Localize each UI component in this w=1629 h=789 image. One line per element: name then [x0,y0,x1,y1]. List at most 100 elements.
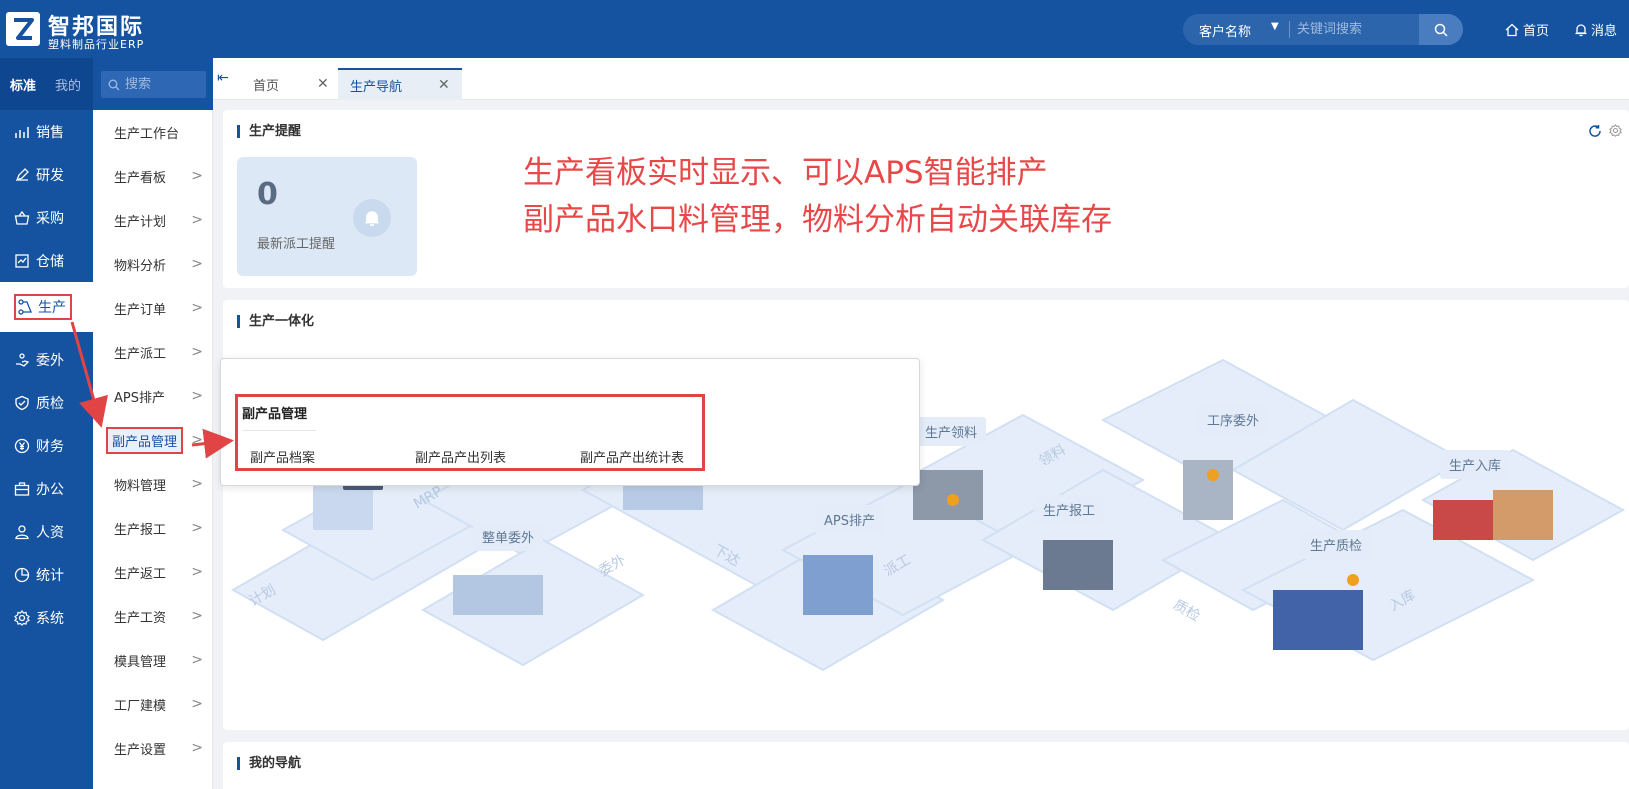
sidebar-item-label: 采购 [36,211,64,227]
station-work-report[interactable]: 生产报工 [1034,495,1105,524]
submenu-item-report[interactable]: 生产报工 > [93,506,213,550]
search-icon [108,79,120,90]
submenu-item-wages[interactable]: 生产工资 > [93,594,213,638]
submenu-search-input[interactable] [125,77,195,92]
chevron-right-icon: > [191,740,203,756]
settings-gear-icon[interactable] [1609,124,1622,141]
sidebar-item-quality[interactable]: 质检 [0,381,93,425]
submenu-item-label: 工厂建模 [114,698,167,714]
reminder-count: 0 [257,177,278,212]
main-sidebar: 标准 我的 销售 研发 采购 仓储 生产 委外 质检 财务 办公 人资 统计 系… [0,58,93,789]
sidebar-item-statistics[interactable]: 统计 [0,553,93,597]
chevron-right-icon: > [191,300,203,316]
submenu-item-rework[interactable]: 生产返工 > [93,550,213,594]
submenu-item-label: 生产订单 [114,302,167,318]
submenu-item-label: 生产返工 [114,566,167,582]
station-warehousing[interactable]: 生产入库 [1440,450,1511,479]
chevron-right-icon: > [191,608,203,624]
annotation-line-2: 副产品水口料管理，物料分析自动关联库存 [523,202,1112,238]
submenu-item-mold[interactable]: 模具管理 > [93,638,213,682]
sidebar-item-warehouse[interactable]: 仓储 [0,239,93,283]
chevron-right-icon: > [191,432,203,448]
sidebar-item-finance[interactable]: 财务 [0,424,93,468]
top-header: 智邦国际 塑料制品行业ERP 客户名称 ▼ 首页 消息 [0,0,1629,58]
search-divider [1289,21,1290,38]
user-icon [15,525,29,540]
dispatch-reminder-tile[interactable]: 0 最新派工提醒 [237,157,417,276]
link-byproduct-archive[interactable]: 副产品档案 [250,447,315,466]
submenu-item-order[interactable]: 生产订单 > [93,286,213,330]
caret-down-icon[interactable]: ▼ [1271,21,1279,32]
reminder-card: 生产提醒 0 最新派工提醒 生产看板实时显示、可以APS智能排产 副产品水口料管… [223,110,1629,288]
sidebar-item-outsourcing[interactable]: 委外 [0,338,93,382]
link-byproduct-output-list[interactable]: 副产品产出列表 [415,447,506,466]
integration-card-title: 生产一体化 [237,315,314,328]
search-input[interactable] [1293,14,1418,45]
station-quality[interactable]: 生产质检 [1301,530,1372,559]
sidebar-item-label: 仓储 [36,254,64,270]
sidebar-tab-standard[interactable]: 标准 [10,75,36,94]
submenu-item-workbench[interactable]: 生产工作台 [93,110,213,154]
submenu-item-dispatch[interactable]: 生产派工 > [93,330,213,374]
submenu-search-box [101,71,206,98]
chevron-right-icon: > [191,344,203,360]
chevron-right-icon: > [191,212,203,228]
gear-icon [14,610,30,626]
chevron-right-icon: > [191,696,203,712]
close-icon[interactable]: ✕ [317,76,329,92]
sidebar-item-purchase[interactable]: 采购 [0,196,93,240]
submenu-item-label: 物料管理 [114,478,167,494]
sidebar-item-hr[interactable]: 人资 [0,510,93,554]
sidebar-item-rd[interactable]: 研发 [0,153,93,197]
search-button[interactable] [1419,14,1463,45]
sidebar-highlight-box: 生产 [14,294,72,320]
submenu-item-kanban[interactable]: 生产看板 > [93,154,213,198]
submenu-item-label: 生产工作台 [114,126,180,142]
sidebar-item-system[interactable]: 系统 [0,596,93,640]
tab-home[interactable]: 首页 ✕ [241,68,341,100]
submenu-item-aps[interactable]: APS排产 > [93,374,213,418]
annotation-line-1: 生产看板实时显示、可以APS智能排产 [523,155,1048,191]
station-material-picking[interactable]: 生产领料 [916,417,987,446]
collapse-menu-icon[interactable]: ⇤ [217,70,229,86]
refresh-icon[interactable] [1588,124,1602,142]
nav-home-link[interactable]: 首页 [1505,20,1549,39]
page-tabbar: ⇤ 首页 ✕ 生产导航 ✕ [213,58,1629,100]
briefcase-icon [14,482,30,496]
station-outsourcing-order[interactable]: 整单委外 [473,522,544,551]
tab-production-nav[interactable]: 生产导航 ✕ [338,68,462,100]
sidebar-item-label: 人资 [36,525,64,541]
chevron-right-icon: > [191,476,203,492]
submenu-item-label: 生产计划 [114,214,167,230]
station-aps[interactable]: APS排产 [815,505,884,534]
submenu-item-byproduct[interactable]: 副产品管理 > [93,418,213,462]
logo-icon[interactable] [6,12,40,46]
sidebar-item-production[interactable]: 生产 [0,282,93,332]
station-process-outsourcing[interactable]: 工序委外 [1198,405,1269,434]
my-navigation-card: 我的导航 [223,742,1629,789]
sidebar-item-office[interactable]: 办公 [0,467,93,511]
search-type-select[interactable]: 客户名称 [1199,21,1251,40]
sidebar-item-label: 销售 [36,125,64,141]
sidebar-item-sales[interactable]: 销售 [0,110,93,154]
production-submenu: 生产工作台 生产看板 > 生产计划 > 物料分析 > 生产订单 > 生产派工 > APS排… [93,58,213,789]
popup-title: 副产品管理 [242,403,316,431]
chart-icon [15,127,29,138]
submenu-item-material[interactable]: 物料管理 > [93,462,213,506]
sidebar-item-label: 生产 [38,300,66,316]
submenu-item-material-analysis[interactable]: 物料分析 > [93,242,213,286]
close-icon[interactable]: ✕ [438,77,450,93]
submenu-item-plan[interactable]: 生产计划 > [93,198,213,242]
warehouse-icon [15,254,29,268]
submenu-item-label: 生产工资 [114,610,167,626]
chevron-right-icon: > [191,256,203,272]
nav-messages-label: 消息 [1591,24,1618,39]
nav-messages-link[interactable]: 消息 [1574,20,1617,39]
submenu-item-factory-model[interactable]: 工厂建模 > [93,682,213,726]
submenu-item-label: 生产派工 [114,346,167,362]
submenu-item-settings[interactable]: 生产设置 > [93,726,213,770]
link-byproduct-output-stats[interactable]: 副产品产出统计表 [580,447,684,466]
nav-home-label: 首页 [1523,24,1550,39]
sidebar-tab-mine[interactable]: 我的 [55,75,81,94]
sidebar-tabs: 标准 我的 [0,58,93,110]
